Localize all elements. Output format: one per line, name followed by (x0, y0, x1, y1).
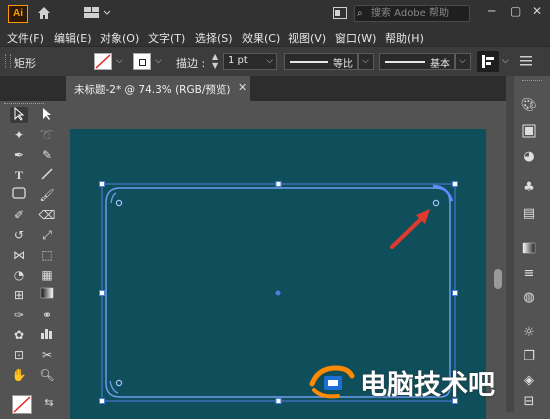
magic-wand-tool-icon[interactable]: ✦ (10, 127, 28, 143)
stroke-panel-icon[interactable]: ≡ (520, 266, 538, 282)
shape-builder-tool-icon[interactable]: ◔ (10, 267, 28, 283)
app-logo: Ai (8, 5, 28, 23)
rotate-tool-icon[interactable]: ↺ (10, 227, 28, 243)
document-tab[interactable]: 未标题-2* @ 74.3% (RGB/预览) ✕ (66, 76, 250, 101)
mesh-tool-icon[interactable]: ⊞ (10, 287, 28, 303)
search-input[interactable]: ⌕ 搜索 Adobe 帮助 (354, 5, 470, 22)
brush-dropdown[interactable]: ⌵ (455, 53, 471, 70)
perspective-grid-tool-icon[interactable]: ▦ (38, 267, 56, 283)
profile-dropdown[interactable]: ⌵ (358, 53, 374, 70)
menu-bar: 文件(F) 编辑(E) 对象(O) 文字(T) 选择(S) 效果(C) 视图(V… (0, 28, 550, 46)
close-icon[interactable]: ✕ (532, 4, 542, 18)
shaper-tool-icon[interactable]: ✐ (10, 207, 28, 223)
tools-grip[interactable] (4, 103, 44, 106)
home-icon[interactable] (36, 5, 52, 24)
layers-panel-icon[interactable]: ◈ (520, 373, 538, 389)
control-panel-menu-icon[interactable] (520, 55, 536, 67)
workspace-switcher-icon[interactable] (84, 6, 111, 23)
close-tab-icon[interactable]: ✕ (238, 81, 247, 94)
panel-grip[interactable] (5, 54, 11, 68)
zoom-tool-icon[interactable]: 🔍︎ (38, 367, 56, 383)
fill-swatch[interactable] (94, 53, 112, 70)
stroke-weight-field[interactable]: 1 pt ⌵ (223, 53, 277, 70)
align-dropdown-icon[interactable]: ⌵ (502, 56, 509, 66)
color-guide-panel-icon[interactable] (520, 124, 538, 140)
stroke-label: 描边 : (176, 57, 206, 70)
menu-window[interactable]: 窗口(W) (335, 30, 376, 46)
line-segment-tool-icon[interactable] (38, 167, 56, 183)
brush-dropdown-icon: ⌵ (459, 56, 466, 66)
stroke-weight-dropdown-icon[interactable]: ⌵ (266, 56, 273, 66)
menu-file[interactable]: 文件(F) (7, 30, 44, 46)
title-bar: Ai ⌕ 搜索 Adobe 帮助 ─ ▢ ✕ (0, 0, 550, 28)
color-panel-icon[interactable]: 🎨︎ (520, 98, 538, 114)
swap-fill-stroke-icon[interactable]: ⇆ (40, 395, 58, 411)
free-transform-tool-icon[interactable]: ⬚ (38, 247, 56, 263)
curvature-tool-icon[interactable]: ✎ (38, 147, 56, 163)
menu-help[interactable]: 帮助(H) (385, 30, 424, 46)
artboards-panel-icon[interactable]: ⊟ (520, 394, 538, 410)
menu-type[interactable]: 文字(T) (148, 30, 185, 46)
document-tab-title: 未标题-2* @ 74.3% (RGB/预览) (74, 84, 231, 96)
profile-dropdown-icon: ⌵ (362, 56, 369, 66)
width-tool-icon[interactable]: ⋈ (10, 247, 28, 263)
fill-color-box[interactable] (12, 395, 32, 414)
symbols-panel-icon[interactable]: ♣ (520, 180, 538, 196)
brush-label: 基本 (430, 59, 450, 70)
document-tab-bar: 未标题-2* @ 74.3% (RGB/预览) ✕ (0, 76, 550, 101)
search-placeholder: 搜索 Adobe 帮助 (371, 8, 449, 19)
symbol-sprayer-tool-icon[interactable]: ✿ (10, 327, 28, 343)
brushes-panel-icon[interactable]: ▤ (520, 206, 538, 222)
menu-select[interactable]: 选择(S) (195, 30, 233, 46)
graphic-styles-panel-icon[interactable]: ❐ (520, 349, 538, 365)
panel-dock-strip[interactable] (506, 76, 514, 412)
selection-tool-icon[interactable] (10, 106, 28, 123)
align-button[interactable] (477, 51, 499, 72)
watermark-text: 电脑技术吧 (360, 370, 495, 401)
transparency-panel-icon[interactable]: ◍ (520, 290, 538, 306)
gradient-tool-icon[interactable] (38, 287, 56, 303)
maximize-icon[interactable]: ▢ (510, 4, 521, 18)
menu-effect[interactable]: 效果(C) (242, 30, 280, 46)
control-bar: 矩形 ⌵ ⌵ 描边 : ▲ ▼ 1 pt ⌵ 等比 ⌵ 基本 ⌵ ⌵ (0, 46, 550, 76)
scrollbar-thumb[interactable] (494, 269, 502, 289)
appearance-panel-icon[interactable]: ☼ (520, 325, 538, 341)
watermark-logo-icon (308, 362, 356, 402)
artboard-tool-icon[interactable]: ⊡ (10, 347, 28, 363)
eyedropper-tool-icon[interactable]: ✑ (10, 307, 28, 323)
paintbrush-tool-icon[interactable]: 🖌 (38, 187, 56, 203)
type-tool-icon[interactable]: T (10, 167, 28, 183)
menu-object[interactable]: 对象(O) (100, 30, 139, 46)
stroke-swatch[interactable] (133, 53, 151, 70)
tool-name: 矩形 (14, 57, 36, 70)
stroke-dropdown-icon[interactable]: ⌵ (155, 56, 162, 66)
arrange-documents-icon[interactable] (333, 6, 347, 23)
panel-dock: 🎨︎ ◕ ♣ ▤ ≡ ◍ ☼ ❐ ◈ ⊟ (506, 76, 550, 412)
brush-definition[interactable]: 基本 (379, 53, 455, 70)
menu-edit[interactable]: 编辑(E) (54, 30, 92, 46)
column-graph-tool-icon[interactable] (38, 327, 56, 343)
dock-grip[interactable] (522, 80, 542, 83)
align-icon (482, 55, 494, 68)
profile-label: 等比 (333, 59, 353, 70)
fill-dropdown-icon[interactable]: ⌵ (116, 56, 123, 66)
menu-view[interactable]: 视图(V) (288, 30, 326, 46)
minimize-icon[interactable]: ─ (488, 4, 495, 18)
stroke-stepper-icon[interactable]: ▲ ▼ (212, 52, 218, 70)
rectangle-tool-icon[interactable] (10, 187, 28, 203)
hand-tool-icon[interactable]: ✋ (10, 367, 28, 383)
pen-tool-icon[interactable]: ✒ (10, 147, 28, 163)
variable-width-profile[interactable]: 等比 (284, 53, 358, 70)
tools-panel: ✦ ➰ ✒ ✎ T 🖌 ✐ ⌫ ↺ ⤢ ⋈ ⬚ ◔ ▦ ⊞ ✑ ⚭ ✿ ⊡ ✂ … (0, 101, 66, 414)
properties-panel-icon[interactable]: ◕ (520, 149, 538, 165)
search-icon: ⌕ (357, 8, 363, 19)
lasso-tool-icon[interactable]: ➰ (38, 127, 56, 143)
slice-tool-icon[interactable]: ✂ (38, 347, 56, 363)
stroke-weight-value: 1 pt (228, 55, 248, 66)
blend-tool-icon[interactable]: ⚭ (38, 307, 56, 323)
gradient-panel-icon[interactable] (520, 241, 538, 257)
scale-tool-icon[interactable]: ⤢ (38, 227, 56, 243)
direct-selection-tool-icon[interactable] (38, 107, 56, 123)
eraser-tool-icon[interactable]: ⌫ (38, 207, 56, 223)
